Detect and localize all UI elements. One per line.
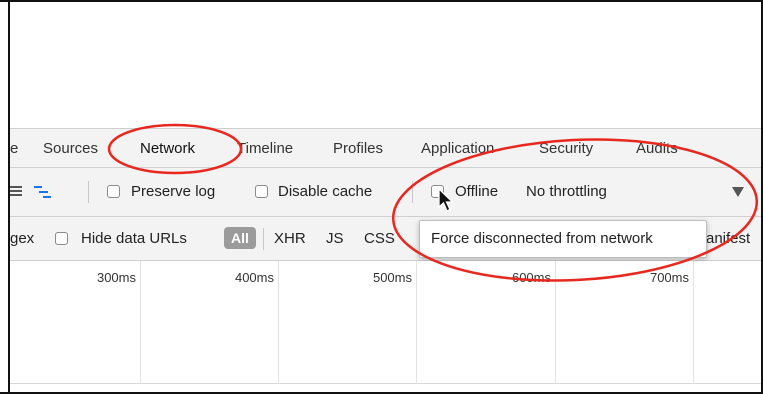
timeline-tick-label: 300ms: [96, 270, 136, 285]
tab-console-partial[interactable]: e: [10, 140, 18, 157]
tab-network[interactable]: Network: [140, 140, 195, 157]
regex-label-partial: gex: [10, 230, 35, 247]
timeline-gridline: [278, 261, 279, 384]
filter-divider: [263, 228, 264, 250]
timeline-gridline: [555, 261, 556, 384]
tab-application[interactable]: Application: [421, 140, 494, 157]
toolbar-divider: [412, 181, 413, 203]
hide-data-urls-checkbox[interactable]: [55, 232, 68, 245]
network-timeline-overview: 300ms 400ms 500ms 600ms 700ms: [10, 261, 761, 384]
timeline-tick-label: 500ms: [372, 270, 412, 285]
timeline-gridline: [140, 261, 141, 384]
filter-manifest-button[interactable]: anifest: [706, 230, 750, 247]
filter-css-button[interactable]: CSS: [364, 230, 395, 247]
mouse-cursor-icon: [438, 188, 455, 212]
tab-timeline[interactable]: Timeline: [237, 140, 293, 157]
tab-profiles[interactable]: Profiles: [333, 140, 383, 157]
page-content-area: [10, 2, 761, 128]
timeline-tick-label: 600ms: [511, 270, 551, 285]
tab-audits[interactable]: Audits: [636, 140, 678, 157]
filter-xhr-button[interactable]: XHR: [274, 230, 306, 247]
offline-tooltip: Force disconnected from network: [419, 220, 707, 258]
timeline-tick-label: 700ms: [649, 270, 689, 285]
list-view-icon[interactable]: [10, 185, 24, 199]
toolbar-divider: [88, 181, 89, 203]
filter-all-button[interactable]: All: [224, 227, 256, 249]
offline-label: Offline: [455, 183, 499, 200]
waterfall-view-icon[interactable]: [34, 184, 52, 200]
disable-cache-label: Disable cache: [278, 183, 373, 200]
disable-cache-checkbox[interactable]: [255, 185, 268, 198]
timeline-tick-label: 400ms: [234, 270, 274, 285]
preserve-log-label: Preserve log: [131, 183, 216, 200]
tab-sources[interactable]: Sources: [43, 140, 98, 157]
timeline-gridline: [693, 261, 694, 384]
timeline-gridline: [416, 261, 417, 384]
devtools-tab-bar: e Sources Network Timeline Profiles Appl…: [10, 128, 761, 168]
tab-security[interactable]: Security: [539, 140, 593, 157]
filter-js-button[interactable]: JS: [326, 230, 344, 247]
hide-data-urls-label: Hide data URLs: [81, 230, 187, 247]
dropdown-arrow-icon[interactable]: [732, 187, 744, 197]
throttling-select[interactable]: No throttling: [526, 183, 607, 200]
network-toolbar: Preserve log Disable cache Offline No th…: [10, 168, 761, 217]
preserve-log-checkbox[interactable]: [107, 185, 120, 198]
